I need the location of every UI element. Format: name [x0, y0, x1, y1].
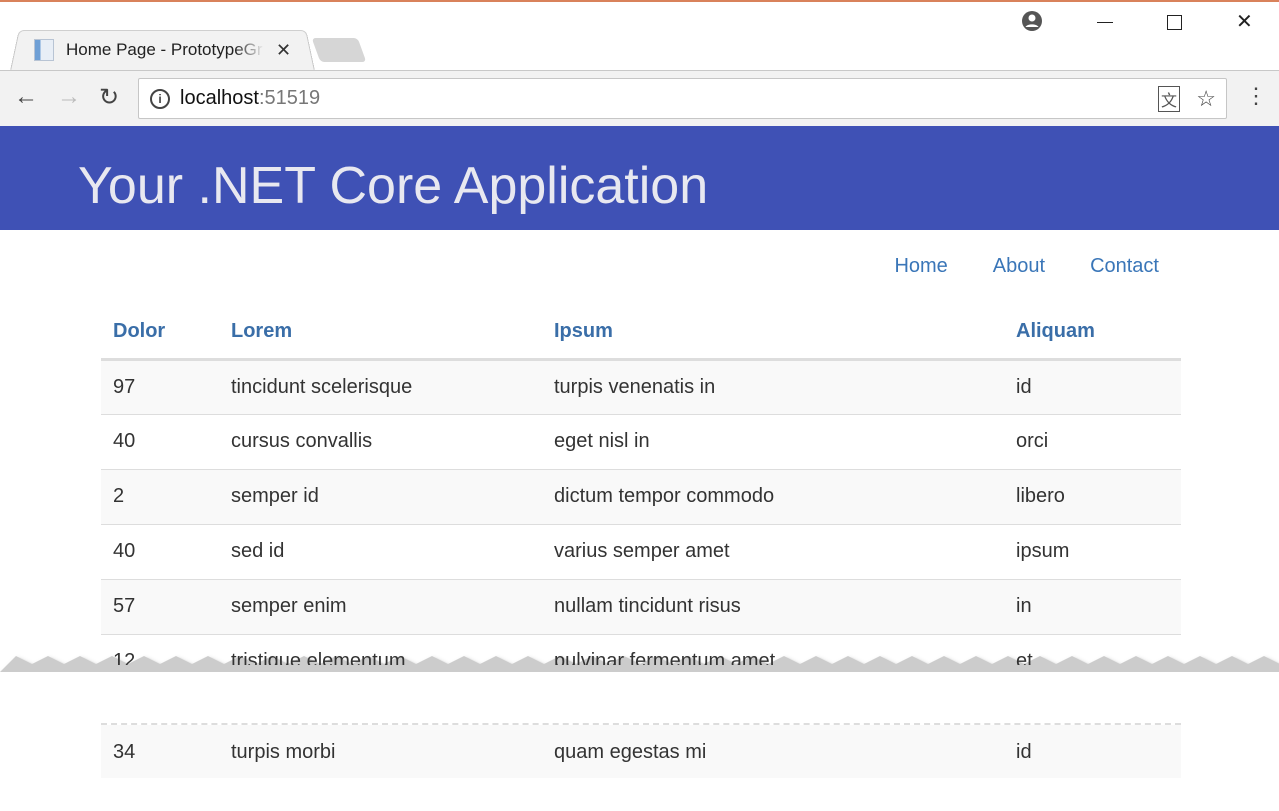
browser-tab-content[interactable]: Home Page - PrototypeGrid ✕ [34, 38, 291, 62]
table-cell: 40 [101, 413, 219, 469]
translate-icon[interactable]: 文 [1157, 85, 1180, 112]
reload-icon[interactable]: ↻ [99, 83, 119, 112]
url-port: :51519 [258, 87, 321, 109]
torn-cell: pulvinar fermentum amet [554, 650, 776, 665]
url-host: localhost [180, 87, 259, 109]
table-cell: ipsum [1004, 523, 1181, 579]
forward-icon[interactable]: → [57, 83, 81, 111]
table-cell: tincidunt scelerisque [219, 358, 542, 414]
table-cell: 97 [101, 358, 219, 414]
torn-cell: et [1016, 650, 1033, 665]
table-row: 34 turpis morbi quam egestas mi id [101, 725, 1181, 778]
table-header-row: Dolor Lorem Ipsum Aliquam [101, 305, 1181, 361]
menu-icon[interactable]: ⋮ [1245, 83, 1267, 109]
table-cell: 34 [113, 741, 136, 763]
table-cell: turpis morbi [231, 741, 336, 763]
new-tab-button[interactable] [311, 38, 367, 62]
table-cell: 40 [101, 523, 219, 579]
nav-home[interactable]: Home [894, 255, 947, 278]
table-row: 40 cursus convallis eget nisl in orci [101, 413, 1181, 469]
tab-title: Home Page - PrototypeGrid [66, 40, 264, 59]
data-table: Dolor Lorem Ipsum Aliquam 97 tincidunt sc… [101, 305, 1181, 689]
table-cell: id [1016, 741, 1032, 763]
table-row: 2 semper id dictum tempor commodo libero [101, 468, 1181, 524]
app-header: Your .NET Core Application [0, 126, 1279, 230]
profile-icon[interactable] [1021, 10, 1043, 38]
column-header-lorem[interactable]: Lorem [219, 305, 542, 361]
table-cell: in [1004, 578, 1181, 634]
minimize-icon[interactable] [1097, 22, 1113, 23]
app-title: Your .NET Core Application [78, 157, 709, 215]
column-header-dolor[interactable]: Dolor [101, 305, 219, 361]
column-header-ipsum[interactable]: Ipsum [542, 305, 1004, 361]
page-favicon-icon [34, 39, 54, 61]
table-cell: nullam tincidunt risus [542, 578, 1004, 634]
table-cell: quam egestas mi [554, 741, 707, 763]
table-cell: semper id [219, 468, 542, 524]
table-cell: libero [1004, 468, 1181, 524]
table-cell: semper enim [219, 578, 542, 634]
table-cell: cursus convallis [219, 413, 542, 469]
table-cell: 57 [101, 578, 219, 634]
main-nav: Home About Contact [894, 255, 1159, 278]
table-cell: varius semper amet [542, 523, 1004, 579]
table-row: 57 semper enim nullam tincidunt risus in [101, 578, 1181, 634]
column-header-aliquam[interactable]: Aliquam [1004, 305, 1181, 361]
table-cell: id [1004, 358, 1181, 414]
table-cell: 2 [101, 468, 219, 524]
back-icon[interactable]: ← [14, 83, 38, 111]
table-cell: turpis venenatis in [542, 358, 1004, 414]
torn-cell: tristique elementum [231, 650, 406, 665]
info-icon[interactable]: i [150, 88, 170, 109]
table-row: 40 sed id varius semper amet ipsum [101, 523, 1181, 579]
nav-about[interactable]: About [993, 255, 1045, 278]
close-icon[interactable]: ✕ [1236, 9, 1253, 34]
maximize-icon[interactable] [1167, 15, 1182, 30]
address-bar[interactable]: i localhost:51519 文 ☆ [138, 78, 1227, 119]
table-cell: sed id [219, 523, 542, 579]
table-row: 97 tincidunt scelerisque turpis venenatis … [101, 358, 1181, 414]
nav-contact[interactable]: Contact [1090, 255, 1159, 278]
star-icon[interactable]: ☆ [1196, 86, 1216, 112]
browser-toolbar: ← → ↻ i localhost:51519 文 ☆ ⋮ [0, 70, 1279, 126]
torn-cell: 12 [113, 650, 136, 665]
tab-close-icon[interactable]: ✕ [276, 40, 291, 61]
table-cell: orci [1004, 413, 1181, 469]
table-cell: dictum tempor commodo [542, 468, 1004, 524]
table-cell: eget nisl in [542, 413, 1004, 469]
